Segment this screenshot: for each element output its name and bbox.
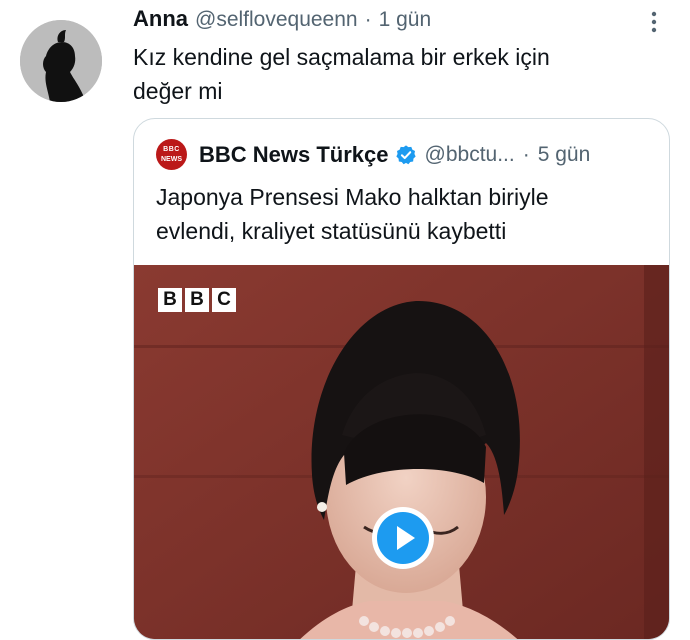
quote-timestamp[interactable]: 5 gün: [538, 143, 591, 167]
tweet-text-line: Kız kendine gel saçmalama bir erkek için: [133, 44, 550, 70]
more-options-icon[interactable]: [644, 9, 664, 35]
quote-text-line: Japonya Prensesi Mako halktan biriyle: [156, 184, 549, 210]
quoted-tweet-card[interactable]: BBC NEWS BBC News Türkçe @bbctu... · 5 g…: [133, 118, 670, 640]
quote-display-name[interactable]: BBC News Türkçe: [199, 142, 389, 168]
quote-text-line: evlendi, kraliyet statüsünü kaybetti: [156, 218, 507, 244]
separator-dot: ·: [522, 142, 530, 166]
tweet-text: Kız kendine gel saçmalama bir erkek için…: [133, 40, 653, 108]
watermark-letter: B: [185, 288, 209, 312]
verified-badge-icon: [395, 144, 416, 164]
quote-handle[interactable]: @bbctu...: [425, 143, 515, 167]
user-handle[interactable]: @selflovequeenn: [195, 8, 358, 32]
tweet-header: Anna @selflovequeenn · 1 gün: [133, 6, 431, 32]
play-button[interactable]: [370, 505, 436, 571]
avatar-logo-bottom: NEWS: [161, 155, 182, 163]
silhouette-icon: [20, 20, 102, 102]
watermark-letter: B: [158, 288, 182, 312]
tweet-text-line: değer mi: [133, 78, 223, 104]
avatar-logo-top: BBC: [163, 145, 180, 153]
separator-dot: ·: [364, 8, 372, 31]
bbc-watermark-logo: B B C: [158, 288, 236, 312]
watermark-letter: C: [212, 288, 236, 312]
timestamp[interactable]: 1 gün: [379, 8, 432, 32]
play-icon: [372, 507, 434, 569]
quote-header: BBC NEWS BBC News Türkçe @bbctu... · 5 g…: [156, 139, 590, 170]
bbc-news-avatar[interactable]: BBC NEWS: [156, 139, 187, 170]
quote-text: Japonya Prensesi Mako halktan biriyle ev…: [156, 180, 636, 248]
video-frame-image: [134, 265, 669, 639]
video-thumbnail[interactable]: B B C: [134, 265, 669, 639]
avatar[interactable]: [20, 20, 102, 102]
display-name[interactable]: Anna: [133, 6, 188, 32]
